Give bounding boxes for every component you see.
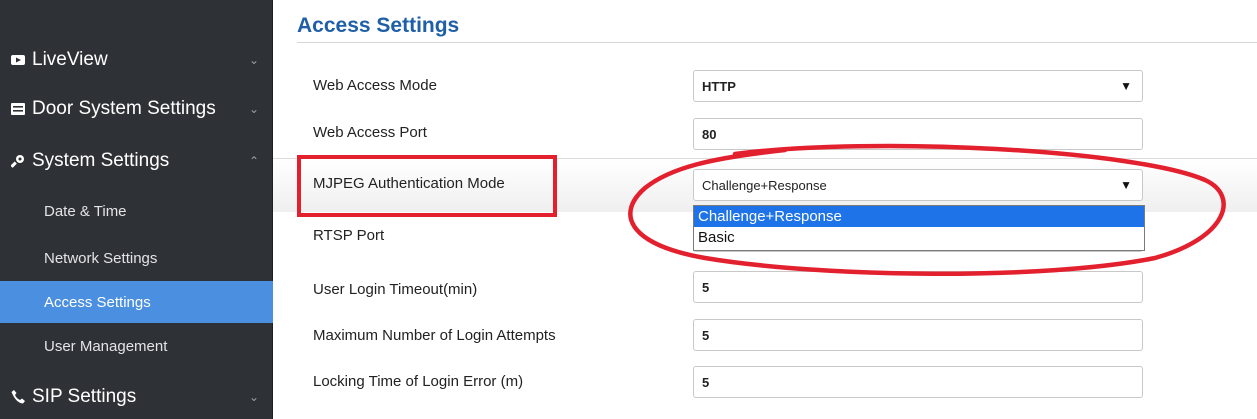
dropdown-arrow-icon: ▼ [1120,79,1132,93]
locking-time-label: Locking Time of Login Error (m) [313,373,524,390]
sidebar-item-liveview[interactable]: LiveView ⌄ [0,46,273,74]
chevron-down-icon: ⌄ [248,102,259,116]
sidebar-item-label: LiveView [32,49,108,70]
sidebar-item-label: Door System Settings [32,98,216,119]
locking-time-input[interactable]: 5 [693,366,1143,398]
sidebar-subitem-user-management[interactable]: User Management [0,325,273,367]
dropdown-arrow-icon: ▼ [1120,178,1132,192]
phone-icon [10,390,26,404]
web-access-mode-label: Web Access Mode [313,77,437,94]
dropdown-option-challenge-response[interactable]: Challenge+Response [694,206,1144,227]
mjpeg-auth-mode-dropdown: Challenge+Response Basic [693,205,1145,251]
sidebar: LiveView ⌄ Door System Settings ⌄ System… [0,0,273,419]
sidebar-subitem-access-settings[interactable]: Access Settings [0,281,273,323]
select-value: HTTP [702,78,736,94]
sidebar-item-label: System Settings [32,150,170,171]
web-access-port-label: Web Access Port [313,124,427,141]
mjpeg-auth-mode-select[interactable]: Challenge+Response ▼ [693,169,1143,201]
sidebar-item-label: SIP Settings [32,386,137,407]
user-login-timeout-label: User Login Timeout(min) [313,281,478,298]
max-login-attempts-label: Maximum Number of Login Attempts [313,327,556,344]
dropdown-option-basic[interactable]: Basic [694,227,1144,248]
mjpeg-auth-mode-label: MJPEG Authentication Mode [313,175,505,192]
page-title: Access Settings [297,14,460,37]
sidebar-subitem-network-settings[interactable]: Network Settings [0,237,273,279]
video-icon [10,53,26,67]
sidebar-item-door-system-settings[interactable]: Door System Settings ⌄ [0,94,273,124]
chevron-up-icon: ⌃ [248,154,259,168]
web-access-port-input[interactable]: 80 [693,118,1143,150]
user-login-timeout-input[interactable]: 5 [693,271,1143,303]
wrench-icon [10,154,26,168]
panel-icon [10,102,26,116]
main-content: Access Settings Web Access Mode HTTP ▼ W… [273,0,1257,419]
sidebar-subitem-date-time[interactable]: Date & Time [0,190,273,232]
max-login-attempts-input[interactable]: 5 [693,319,1143,351]
sidebar-item-sip-settings[interactable]: SIP Settings ⌄ [0,382,273,412]
web-access-mode-select[interactable]: HTTP ▼ [693,70,1143,102]
chevron-down-icon: ⌄ [248,53,259,67]
chevron-down-icon: ⌄ [248,390,259,404]
sidebar-item-system-settings[interactable]: System Settings ⌃ [0,146,273,176]
select-value: Challenge+Response [702,177,827,193]
divider [297,42,1257,43]
rtsp-port-label: RTSP Port [313,227,385,244]
